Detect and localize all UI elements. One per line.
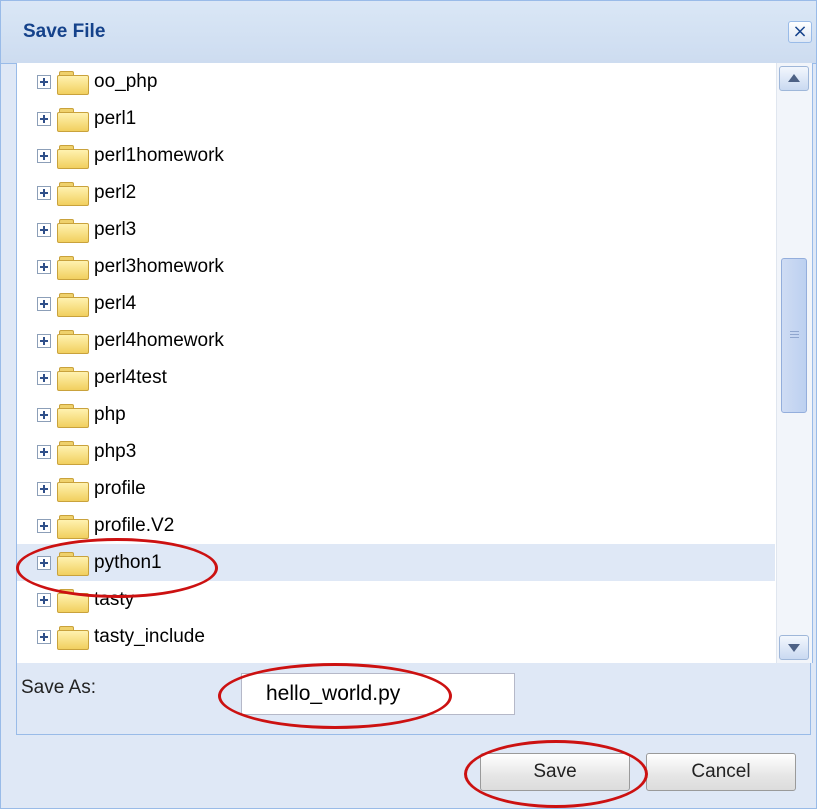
tree-item[interactable]: php bbox=[17, 396, 775, 433]
tree-item[interactable]: perl3homework bbox=[17, 248, 775, 285]
tree-item[interactable]: perl1 bbox=[17, 100, 775, 137]
folder-icon bbox=[57, 478, 89, 502]
folder-icon bbox=[57, 108, 89, 132]
tree-item[interactable]: python1 bbox=[17, 544, 775, 581]
tree-item[interactable]: perl4 bbox=[17, 285, 775, 322]
tree-item-label: perl4 bbox=[94, 293, 137, 314]
tree-item-label: perl2 bbox=[94, 182, 137, 203]
filename-input[interactable] bbox=[241, 673, 515, 715]
tree-item-label: perl1 bbox=[94, 108, 137, 129]
save-as-row: Save As: bbox=[16, 663, 811, 735]
save-button[interactable]: Save bbox=[480, 753, 630, 791]
folder-icon bbox=[57, 441, 89, 465]
tree-item-label: perl3homework bbox=[94, 256, 224, 277]
tree-item-label: perl4test bbox=[94, 367, 167, 388]
folder-icon bbox=[57, 293, 89, 317]
expand-plus-icon[interactable] bbox=[37, 112, 51, 126]
tree-item[interactable]: perl4homework bbox=[17, 322, 775, 359]
expand-plus-icon[interactable] bbox=[37, 260, 51, 274]
tree-item-label: tasty bbox=[94, 589, 135, 610]
folder-icon bbox=[57, 589, 89, 613]
scroll-down-button[interactable] bbox=[779, 635, 809, 660]
tree-item-label: perl1homework bbox=[94, 145, 224, 166]
folder-tree-panel: oo_php perl1 perl1homework perl2 perl3 perl3h… bbox=[16, 63, 813, 663]
tree-item-label: profile bbox=[94, 478, 146, 499]
tree-item-label: profile.V2 bbox=[94, 515, 175, 536]
tree-item[interactable]: profile bbox=[17, 470, 775, 507]
tree-item-label: python1 bbox=[94, 552, 162, 573]
dialog-title: Save File bbox=[23, 21, 106, 42]
expand-plus-icon[interactable] bbox=[37, 593, 51, 607]
tree-item-label: perl3 bbox=[94, 219, 137, 240]
expand-plus-icon[interactable] bbox=[37, 408, 51, 422]
tree-item[interactable]: perl4test bbox=[17, 359, 775, 396]
expand-plus-icon[interactable] bbox=[37, 297, 51, 311]
tree-item[interactable]: php3 bbox=[17, 433, 775, 470]
expand-plus-icon[interactable] bbox=[37, 482, 51, 496]
folder-icon bbox=[57, 404, 89, 428]
tree-item[interactable]: profile.V2 bbox=[17, 507, 775, 544]
expand-plus-icon[interactable] bbox=[37, 149, 51, 163]
folder-icon bbox=[57, 330, 89, 354]
folder-icon bbox=[57, 182, 89, 206]
folder-icon bbox=[57, 145, 89, 169]
expand-plus-icon[interactable] bbox=[37, 371, 51, 385]
tree-item[interactable]: tasty bbox=[17, 581, 775, 618]
scroll-thumb[interactable] bbox=[781, 258, 807, 413]
folder-icon bbox=[57, 552, 89, 576]
save-file-dialog: Save File × oo_php perl1 perl1homework perl… bbox=[0, 0, 817, 809]
scroll-up-button[interactable] bbox=[779, 66, 809, 91]
folder-icon bbox=[57, 367, 89, 391]
chevron-up-icon bbox=[788, 74, 800, 82]
tree-item[interactable]: perl1homework bbox=[17, 137, 775, 174]
save-as-label: Save As: bbox=[21, 677, 96, 698]
tree-item-label: php bbox=[94, 404, 126, 425]
folder-icon bbox=[57, 71, 89, 95]
expand-plus-icon[interactable] bbox=[37, 223, 51, 237]
expand-plus-icon[interactable] bbox=[37, 334, 51, 348]
expand-plus-icon[interactable] bbox=[37, 186, 51, 200]
tree-item-label: perl4homework bbox=[94, 330, 224, 351]
tree-item-label: php3 bbox=[94, 441, 137, 462]
grip-icon bbox=[790, 331, 799, 338]
tree-item[interactable]: tasty_testy bbox=[17, 655, 775, 663]
folder-tree[interactable]: oo_php perl1 perl1homework perl2 perl3 perl3h… bbox=[17, 63, 775, 663]
tree-item[interactable]: oo_php bbox=[17, 63, 775, 100]
folder-icon bbox=[57, 256, 89, 280]
tree-item-label: oo_php bbox=[94, 71, 158, 92]
cancel-button[interactable]: Cancel bbox=[646, 753, 796, 791]
expand-plus-icon[interactable] bbox=[37, 630, 51, 644]
expand-plus-icon[interactable] bbox=[37, 519, 51, 533]
folder-icon bbox=[57, 219, 89, 243]
expand-plus-icon[interactable] bbox=[37, 445, 51, 459]
dialog-titlebar: Save File × bbox=[1, 1, 816, 64]
tree-item[interactable]: perl2 bbox=[17, 174, 775, 211]
expand-plus-icon[interactable] bbox=[37, 75, 51, 89]
expand-plus-icon[interactable] bbox=[37, 556, 51, 570]
folder-icon bbox=[57, 515, 89, 539]
chevron-down-icon bbox=[788, 644, 800, 652]
folder-icon bbox=[57, 626, 89, 650]
tree-item[interactable]: tasty_include bbox=[17, 618, 775, 655]
tree-item[interactable]: perl3 bbox=[17, 211, 775, 248]
vertical-scrollbar[interactable] bbox=[776, 63, 812, 663]
tree-item-label: tasty_include bbox=[94, 626, 205, 647]
close-icon[interactable]: × bbox=[788, 21, 812, 43]
